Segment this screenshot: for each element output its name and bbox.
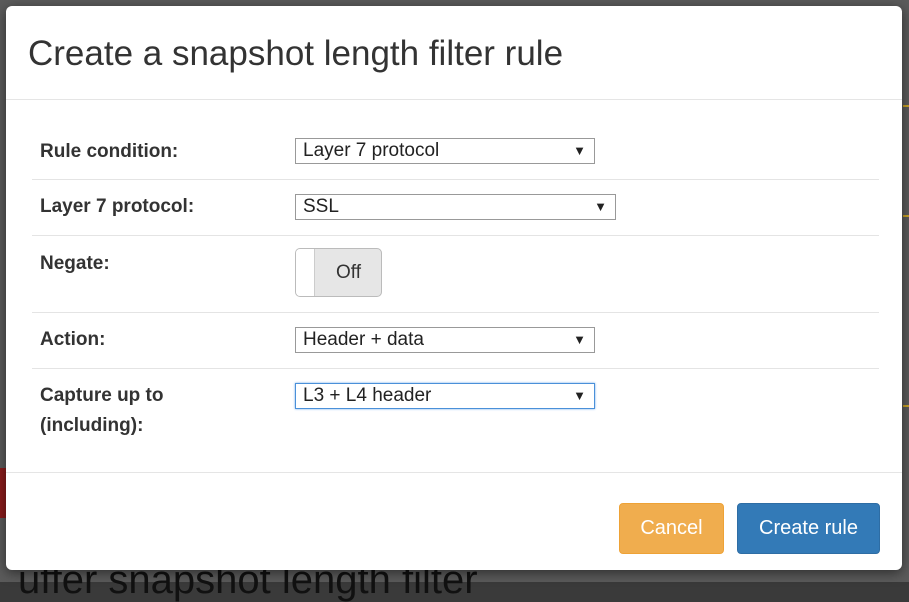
create-rule-dialog: Create a snapshot length filter rule Rul… bbox=[6, 6, 902, 570]
row-rule-condition: Rule condition: Layer 7 protocol ▼ bbox=[32, 130, 879, 180]
rule-form: Rule condition: Layer 7 protocol ▼ Layer… bbox=[32, 130, 879, 449]
negate-label: Negate: bbox=[40, 253, 110, 274]
row-layer7-protocol: Layer 7 protocol: SSL ▼ bbox=[32, 180, 879, 236]
row-action: Action: Header + data ▼ bbox=[32, 313, 879, 369]
chevron-down-icon: ▼ bbox=[594, 199, 607, 214]
dialog-footer: Cancel Create rule bbox=[6, 472, 902, 570]
action-select[interactable]: Header + data ▼ bbox=[295, 327, 595, 353]
chevron-down-icon: ▼ bbox=[573, 388, 586, 403]
row-negate: Negate: Off bbox=[32, 236, 879, 313]
create-rule-button[interactable]: Create rule bbox=[737, 503, 880, 554]
rule-condition-label: Rule condition: bbox=[40, 141, 179, 162]
background-right-edge bbox=[903, 105, 909, 415]
negate-toggle-state: Off bbox=[336, 262, 361, 283]
toggle-knob bbox=[296, 249, 315, 296]
cancel-button[interactable]: Cancel bbox=[619, 503, 724, 554]
chevron-down-icon: ▼ bbox=[573, 332, 586, 347]
capture-up-to-select[interactable]: L3 + L4 header ▼ bbox=[295, 383, 595, 409]
dialog-header: Create a snapshot length filter rule bbox=[6, 6, 902, 100]
layer7-protocol-select[interactable]: SSL ▼ bbox=[295, 194, 616, 220]
negate-toggle[interactable]: Off bbox=[295, 248, 382, 297]
capture-up-to-label-line2: (including): bbox=[40, 415, 144, 436]
capture-up-to-label-line1: Capture up to bbox=[40, 385, 164, 406]
rule-condition-select[interactable]: Layer 7 protocol ▼ bbox=[295, 138, 595, 164]
capture-up-to-value: L3 + L4 header bbox=[303, 385, 432, 406]
row-capture-up-to: Capture up to (including): L3 + L4 heade… bbox=[32, 369, 879, 449]
capture-up-to-label: Capture up to (including): bbox=[40, 381, 164, 441]
layer7-protocol-label: Layer 7 protocol: bbox=[40, 196, 195, 217]
chevron-down-icon: ▼ bbox=[573, 143, 586, 158]
action-value: Header + data bbox=[303, 329, 424, 350]
layer7-protocol-value: SSL bbox=[303, 196, 339, 217]
rule-condition-value: Layer 7 protocol bbox=[303, 140, 440, 161]
action-label: Action: bbox=[40, 329, 106, 350]
dialog-title: Create a snapshot length filter rule bbox=[28, 34, 564, 73]
